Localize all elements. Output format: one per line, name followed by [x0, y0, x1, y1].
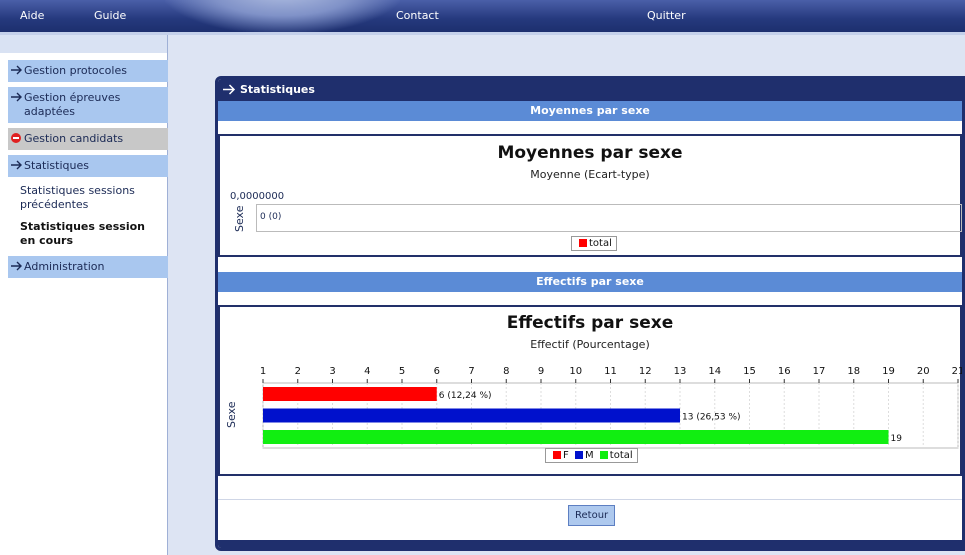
- sidebar: Gestion protocoles Gestion épreuves adap…: [0, 35, 168, 555]
- chart-title: Moyennes par sexe: [497, 143, 683, 163]
- x-tick-label: 5: [399, 366, 405, 377]
- bar-total: [263, 430, 889, 444]
- x-tick-label: 21: [952, 366, 965, 377]
- x-tick-label: 1: [260, 366, 266, 377]
- x-tick-label: 18: [847, 366, 860, 377]
- x-tick-label: 19: [882, 366, 895, 377]
- x-tick-label: 11: [604, 366, 617, 377]
- sidebar-item-gestion-protocoles[interactable]: Gestion protocoles: [8, 60, 168, 82]
- legend-label: total: [589, 238, 612, 249]
- quit-link[interactable]: Quitter: [647, 9, 686, 22]
- sidebar-item-label: Gestion protocoles: [24, 64, 127, 77]
- x-tick-label: 12: [639, 366, 652, 377]
- separator: [218, 476, 962, 500]
- bar-label-f: 6 (12,24 %): [439, 391, 492, 401]
- help-link[interactable]: Aide: [20, 9, 44, 22]
- panel-footer-bar: [218, 540, 962, 548]
- sidebar-item-statistiques[interactable]: Statistiques: [8, 155, 168, 177]
- x-tick-label: 0,0000000: [230, 191, 285, 202]
- bar-m: [263, 408, 680, 423]
- header-decoration: [165, 0, 400, 32]
- chart-title: Effectifs par sexe: [506, 313, 674, 333]
- x-tick-label: 3: [329, 366, 335, 377]
- stop-icon: [11, 133, 21, 143]
- x-tick-label: 15: [743, 366, 756, 377]
- y-axis-label: Sexe: [233, 205, 246, 233]
- x-tick-label: 17: [813, 366, 826, 377]
- sidebar-subitem-session-en-cours[interactable]: Statistiques session en cours: [12, 216, 162, 252]
- chart-moyennes: Moyennes par sexe Moyenne (Ecart-type) 0…: [218, 134, 962, 257]
- sidebar-item-label: Gestion candidats: [24, 132, 124, 145]
- legend-label: total: [609, 450, 633, 461]
- chart-legend: total: [571, 236, 617, 251]
- sidebar-item-administration[interactable]: Administration: [8, 256, 168, 278]
- statistics-panel: Statistiques Moyennes par sexe Moyennes …: [215, 76, 965, 551]
- sidebar-item-gestion-candidats[interactable]: Gestion candidats: [8, 128, 168, 150]
- chart-subtitle: Moyenne (Ecart-type): [530, 168, 650, 181]
- contact-link[interactable]: Contact: [396, 9, 439, 22]
- sidebar-subitem-sessions-precedentes[interactable]: Statistiques sessions précédentes: [12, 180, 162, 216]
- x-tick-label: 8: [503, 366, 509, 377]
- arrow-right-icon: [11, 160, 22, 170]
- sidebar-item-label: Gestion épreuves adaptées: [24, 91, 121, 118]
- sidebar-item-gestion-epreuves[interactable]: Gestion épreuves adaptées: [8, 87, 168, 123]
- bar-label-total: 19: [891, 434, 903, 444]
- legend-label: M: [584, 450, 594, 461]
- x-tick-label: 20: [917, 366, 930, 377]
- back-button[interactable]: Retour: [568, 505, 616, 526]
- sidebar-item-label: Statistiques: [24, 159, 89, 172]
- x-tick-label: 16: [778, 366, 791, 377]
- chart-legend: F M total: [545, 448, 638, 463]
- legend-label: F: [563, 450, 569, 461]
- sidebar-top-strip: [0, 35, 167, 53]
- x-tick-label: 14: [708, 366, 721, 377]
- x-tick-label: 13: [674, 366, 687, 377]
- legend-swatch-total: [599, 451, 608, 459]
- y-axis-label: Sexe: [225, 401, 238, 429]
- x-tick-label: 6: [434, 366, 440, 377]
- arrow-right-icon: [11, 65, 22, 75]
- x-tick-label: 9: [538, 366, 544, 377]
- x-tick-label: 10: [569, 366, 582, 377]
- legend-swatch-f: [553, 451, 561, 459]
- bar-label-m: 13 (26,53 %): [682, 413, 741, 423]
- guide-link[interactable]: Guide: [94, 9, 126, 22]
- legend-swatch-m: [574, 451, 583, 459]
- y-axis-label-wrap: Sexe: [233, 205, 246, 233]
- chart-subtitle: Effectif (Pourcentage): [530, 338, 650, 351]
- legend-swatch-total: [579, 239, 587, 247]
- plot-area: 0 (0): [256, 204, 962, 232]
- x-tick-label: 7: [468, 366, 474, 377]
- data-label: 0 (0): [260, 212, 282, 222]
- x-tick-label: 4: [364, 366, 370, 377]
- section-header-moyennes: Moyennes par sexe: [218, 101, 962, 121]
- arrow-right-icon: [11, 92, 22, 102]
- y-axis-label-wrap: Sexe: [225, 400, 238, 430]
- x-tick-label: 2: [295, 366, 301, 377]
- arrow-right-icon: [223, 84, 236, 95]
- sidebar-item-label: Administration: [24, 260, 105, 273]
- section-header-effectifs: Effectifs par sexe: [218, 272, 962, 292]
- panel-title: Statistiques: [240, 83, 315, 96]
- arrow-right-icon: [11, 261, 22, 271]
- panel-title-bar: Statistiques: [218, 79, 962, 101]
- chart-effectifs: Effectifs par sexe Effectif (Pourcentage…: [218, 305, 962, 476]
- top-navigation-bar: Aide Guide Contact Quitter: [0, 0, 965, 35]
- bar-f: [263, 387, 437, 401]
